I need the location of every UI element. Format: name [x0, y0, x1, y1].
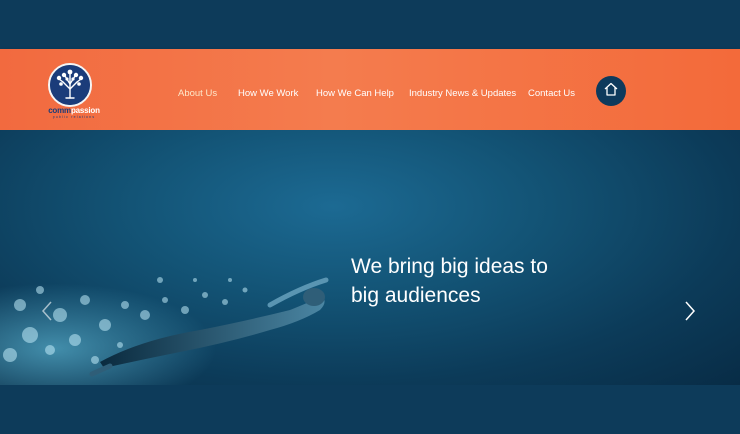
site-header: commpassion public relations About Us Ho…	[0, 49, 740, 130]
hero-headline-line1: We bring big ideas to	[351, 255, 548, 278]
chevron-right-icon	[683, 301, 697, 326]
hero-headline: We bring big ideas to big audiences	[351, 252, 611, 310]
hero-headline-line2: big audiences	[351, 284, 481, 307]
slide-prev-button[interactable]	[40, 300, 54, 322]
home-icon	[603, 81, 619, 102]
top-band	[0, 0, 740, 49]
home-button[interactable]	[596, 76, 626, 106]
chevron-left-icon	[40, 301, 54, 326]
bottom-band	[0, 385, 740, 434]
nav-item-about-us[interactable]: About Us	[178, 88, 217, 99]
nav-item-how-we-work[interactable]: How We Work	[238, 88, 298, 99]
nav-item-how-we-can-help[interactable]: How We Can Help	[316, 88, 394, 99]
nav-item-industry-news[interactable]: Industry News & Updates	[409, 88, 516, 99]
nav-item-contact-us[interactable]: Contact Us	[528, 88, 575, 99]
hero-slideshow: We bring big ideas to big audiences	[0, 130, 740, 385]
slide-next-button[interactable]	[683, 300, 697, 322]
main-nav: About Us How We Work How We Can Help Ind…	[0, 49, 740, 130]
